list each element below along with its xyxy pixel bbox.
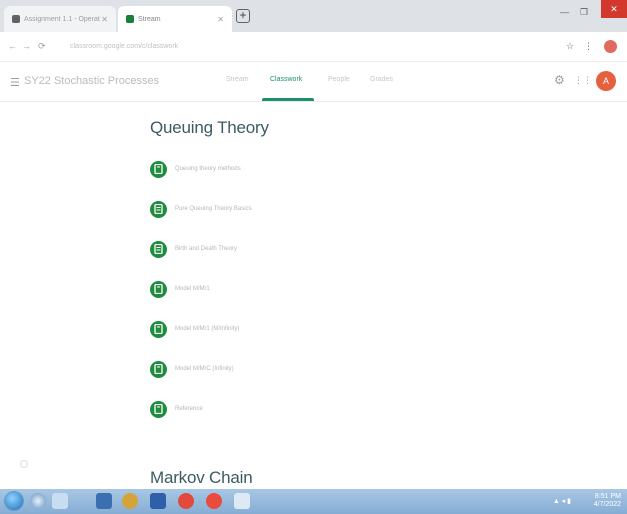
material-icon [150,360,167,378]
browser-tab-title: Assignment 1.1 - Operat [24,15,100,23]
extension-icon[interactable]: ⋮ [584,41,593,52]
tab-stream[interactable]: Stream [226,76,249,83]
list-item[interactable]: Model M/M/1 [150,278,210,300]
browser-profile-icon[interactable] [604,40,617,53]
close-tab-icon[interactable]: ✕ [217,15,224,24]
address-bar[interactable]: classroom.google.com/c/classwork [58,38,528,56]
item-title: Model M/M/C (Infinity) [175,366,234,372]
doc-icon [12,15,20,23]
start-button[interactable] [4,491,24,511]
chrome-taskbar-icon[interactable] [206,493,222,509]
item-title: Pure Queuing Theory Basics [175,206,252,212]
active-tab-indicator [262,98,314,101]
classroom-icon [126,15,134,23]
material-icon [150,160,167,178]
forward-button[interactable]: → [22,41,31,51]
list-item[interactable]: Pure Queuing Theory Basics [150,198,252,220]
star-icon[interactable]: ☆ [566,41,574,52]
material-icon [150,400,167,418]
opera-taskbar-icon[interactable] [178,493,194,509]
browser-toolbar: ← → ⟳ classroom.google.com/c/classwork ☆… [0,32,627,62]
item-title: Birth and Death Theory [175,246,237,252]
material-icon [150,280,167,298]
media-taskbar-icon[interactable] [122,493,138,509]
new-tab-button[interactable]: + [236,9,250,23]
browser-tab-assignment[interactable]: Assignment 1.1 - Operat ✕ [4,6,116,32]
list-item[interactable]: Reference [150,398,203,420]
list-item[interactable]: Model M/M/1 (M/Infinity) [150,318,239,340]
item-title: Model M/M/1 [175,286,210,292]
browser-tab-stream[interactable]: Stream ✕ [118,6,232,32]
tab-people[interactable]: People [328,76,350,83]
list-item[interactable]: Birth and Death Theory [150,238,237,260]
class-title[interactable]: SY22 Stochastic Processes [24,75,159,87]
item-title: Reference [175,406,203,412]
topic-title-markov-chain: Markov Chain [150,468,253,487]
window-close-button[interactable]: ✕ [601,0,627,18]
close-tab-icon[interactable]: ✕ [101,15,108,24]
tray-icons[interactable]: ▲ ◂ ▮ [553,497,571,505]
tab-grades[interactable]: Grades [370,76,393,83]
browser-taskbar-icon[interactable] [30,493,46,509]
menu-icon[interactable]: ☰ [10,76,20,89]
browser-tab-strip: Assignment 1.1 - Operat ✕ Stream ✕ + — ❐… [0,0,627,32]
item-title: Queuing theory methods [175,166,241,172]
settings-icon[interactable]: ⚙ [554,73,565,87]
document-taskbar-icon[interactable] [150,493,166,509]
avatar[interactable]: A [596,71,616,91]
clock-date: 4/7/2022 [593,501,621,508]
classroom-header: ☰ SY22 Stochastic Processes Stream Class… [0,62,627,102]
apps-grid-icon[interactable]: ⋮⋮ [574,75,592,86]
clock-time: 8:51 PM [594,493,621,500]
tab-classwork[interactable]: Classwork [270,76,302,83]
mail-taskbar-icon[interactable] [96,493,112,509]
material-icon [150,320,167,338]
browser-tab-title: Stream [138,15,161,23]
minimize-button[interactable]: — [560,7,569,17]
topic-title-queuing-theory: Queuing Theory [150,118,269,137]
reload-button[interactable]: ⟳ [38,41,46,52]
system-tray[interactable]: 8:51 PM 4/7/2022 [594,493,621,509]
scroll-marker [20,460,28,468]
assignment-icon [150,200,167,218]
folder-taskbar-icon[interactable] [234,493,250,509]
back-button[interactable]: ← [8,41,17,51]
item-title: Model M/M/1 (M/Infinity) [175,326,240,332]
list-item[interactable]: Queuing theory methods [150,158,241,180]
maximize-button[interactable]: ❐ [580,7,588,18]
app-taskbar-icon[interactable] [52,493,68,509]
list-item[interactable]: Model M/M/C (Infinity) [150,358,234,380]
assignment-icon [150,240,167,258]
windows-taskbar: 8:51 PM 4/7/2022 ▲ ◂ ▮ [0,489,627,514]
